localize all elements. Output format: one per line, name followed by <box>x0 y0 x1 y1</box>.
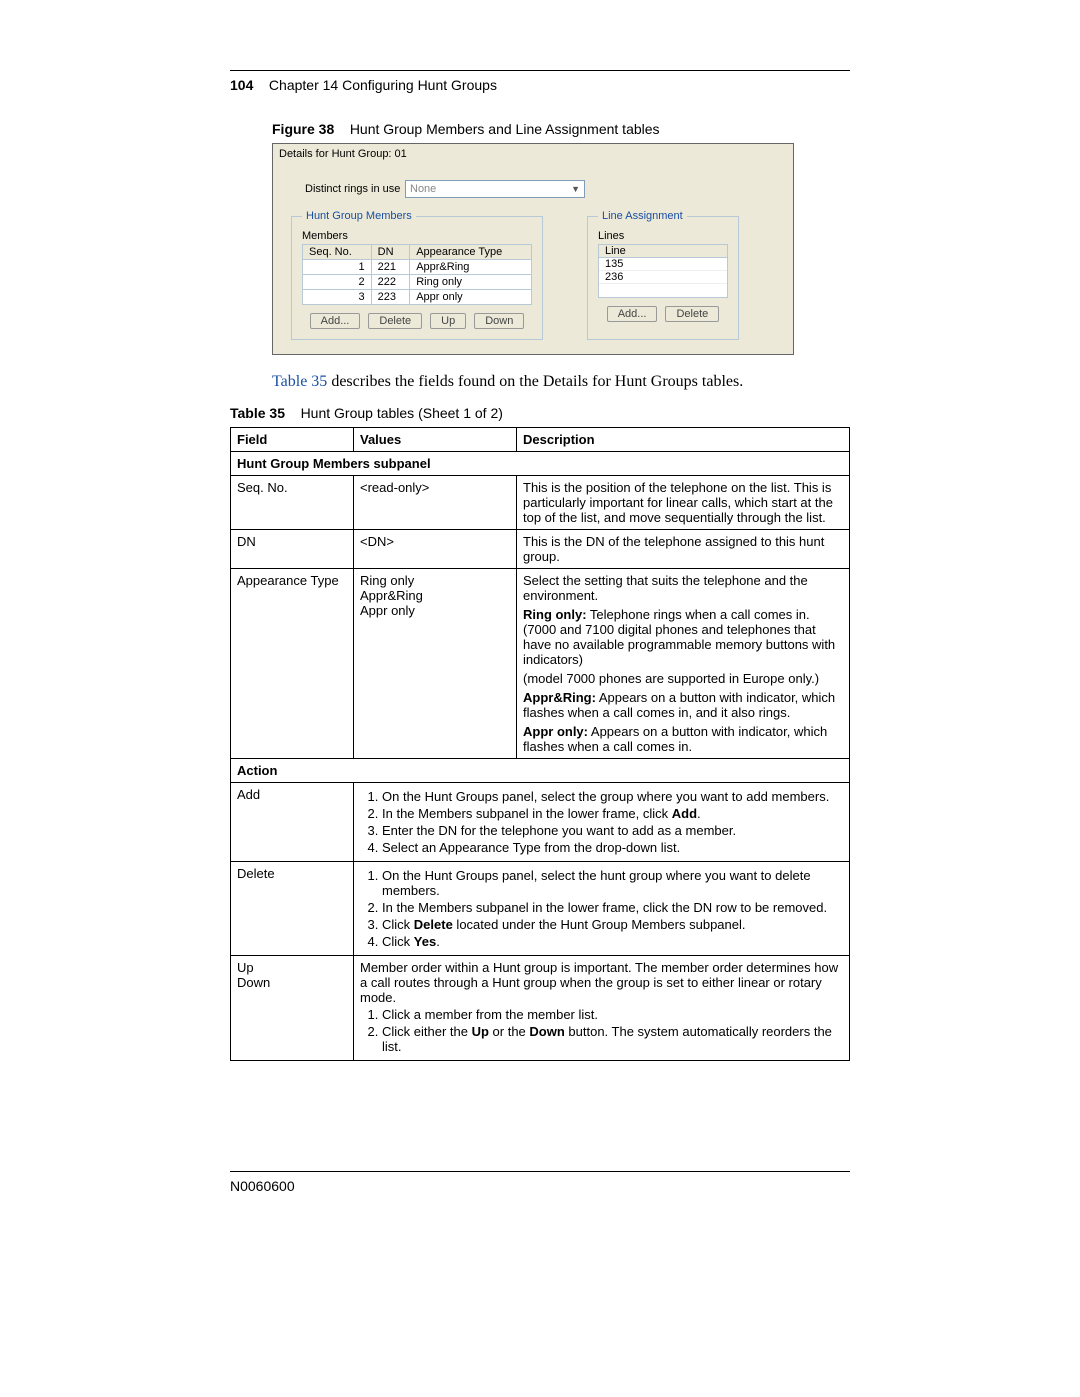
table-ref-link[interactable]: Table 35 <box>272 373 327 390</box>
col-dn: DN <box>371 245 410 260</box>
members-table: Seq. No. DN Appearance Type 1 221 Appr&R… <box>302 244 532 305</box>
list-item[interactable]: 236 <box>599 271 727 284</box>
up-button[interactable]: Up <box>430 313 466 329</box>
members-fieldset: Hunt Group Members Members Seq. No. DN A… <box>291 210 543 340</box>
list-item[interactable]: 135 <box>599 258 727 271</box>
members-label: Members <box>302 230 532 242</box>
hunt-group-table: Field Values Description Hunt Group Memb… <box>230 427 850 1061</box>
lines-legend: Line Assignment <box>598 210 687 222</box>
table-label: Table 35 <box>230 405 285 421</box>
table-caption: Table 35 Hunt Group tables (Sheet 1 of 2… <box>230 405 850 421</box>
page-number: 104 <box>230 77 253 93</box>
down-button[interactable]: Down <box>474 313 524 329</box>
table-row[interactable]: 2 222 Ring only <box>303 275 532 290</box>
th-field: Field <box>231 428 354 452</box>
figure-label: Figure 38 <box>272 121 334 137</box>
footer-docnum: N0060600 <box>230 1178 850 1194</box>
members-legend: Hunt Group Members <box>302 210 416 222</box>
add-button[interactable]: Add... <box>607 306 658 322</box>
lines-list: Line 135 236 <box>598 244 728 298</box>
th-values: Values <box>354 428 517 452</box>
lines-fieldset: Line Assignment Lines Line 135 236 Add..… <box>587 210 739 340</box>
th-description: Description <box>517 428 850 452</box>
section-header: Hunt Group Members subpanel <box>231 452 850 476</box>
lines-header: Line <box>599 245 727 258</box>
page-header: 104 Chapter 14 Configuring Hunt Groups <box>230 77 850 93</box>
embedded-screenshot: Details for Hunt Group: 01 Distinct ring… <box>272 143 794 355</box>
panel-title: Details for Hunt Group: 01 <box>273 144 793 160</box>
delete-button[interactable]: Delete <box>368 313 422 329</box>
figure-caption: Figure 38 Hunt Group Members and Line As… <box>272 121 850 137</box>
col-seq: Seq. No. <box>303 245 372 260</box>
delete-button[interactable]: Delete <box>665 306 719 322</box>
chevron-down-icon: ▼ <box>571 184 580 194</box>
table-row[interactable]: 3 223 Appr only <box>303 290 532 305</box>
lines-label: Lines <box>598 230 728 242</box>
col-apptype: Appearance Type <box>410 245 532 260</box>
prose-text: Table 35 describes the fields found on t… <box>272 373 850 391</box>
distinct-rings-dropdown[interactable]: None ▼ <box>405 180 585 198</box>
distinct-rings-value: None <box>410 183 436 195</box>
add-button[interactable]: Add... <box>310 313 361 329</box>
distinct-rings-label: Distinct rings in use <box>305 183 405 195</box>
figure-caption-text: Hunt Group Members and Line Assignment t… <box>350 121 660 137</box>
chapter-title: Chapter 14 Configuring Hunt Groups <box>269 77 497 93</box>
section-header: Action <box>231 759 850 783</box>
table-row[interactable]: 1 221 Appr&Ring <box>303 260 532 275</box>
table-caption-text: Hunt Group tables (Sheet 1 of 2) <box>301 405 503 421</box>
